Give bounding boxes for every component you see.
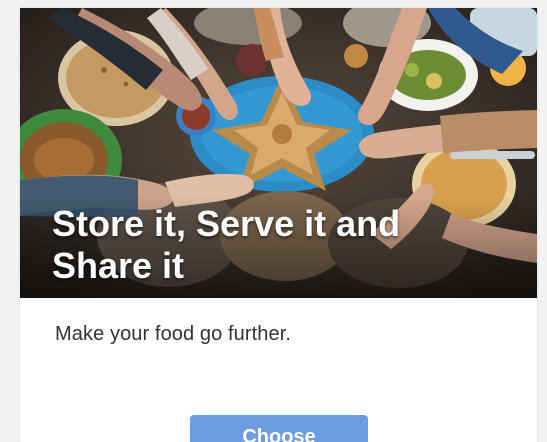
card-title: Store it, Serve it and Share it xyxy=(52,203,401,287)
choose-button[interactable]: Choose xyxy=(190,415,368,442)
recipe-card: Store it, Serve it and Share it Make you… xyxy=(20,8,537,442)
card-subtitle: Make your food go further. xyxy=(55,323,292,345)
food-sharing-image: Store it, Serve it and Share it xyxy=(20,8,537,298)
